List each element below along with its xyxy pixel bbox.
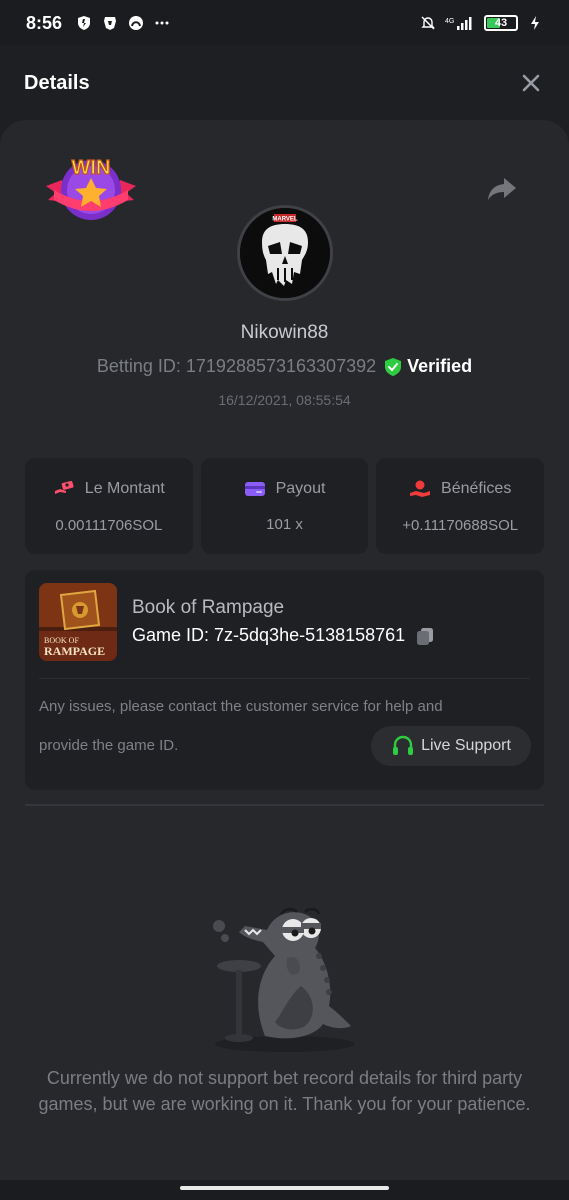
stat-card-amount: Le Montant 0.00111706SOL (25, 458, 193, 554)
stats-row: Le Montant 0.00111706SOL Payout 101 x Bé… (25, 458, 545, 554)
signal-4g-icon: 4G (445, 17, 472, 30)
game-id-row: Game ID: 7z-5dq3he-5138158761 (132, 625, 435, 646)
details-header: Details (0, 46, 569, 120)
money-hand-icon (54, 480, 74, 494)
headset-icon (393, 735, 414, 755)
page-title: Details (24, 71, 90, 94)
battery-icon: 43 (484, 15, 518, 31)
book-of-rampage-art: BOOK OF RAMPAGE (39, 583, 117, 661)
verified-shield-icon (385, 357, 402, 376)
app-notification-icon (129, 16, 144, 30)
betting-id: Betting ID: 1719288573163307392 (96, 356, 377, 376)
win-badge-text: WIN (72, 157, 111, 179)
stat-value: +0.11170688SOL (402, 516, 519, 534)
profit-hand-icon (410, 480, 431, 497)
share-arrow-icon (488, 178, 516, 200)
stat-label: Bénéfices (441, 479, 512, 497)
avatar-brand-text: MARVEL (272, 217, 298, 223)
shield-notification-icon (78, 16, 91, 30)
username: Nikowin88 (240, 322, 329, 343)
win-badge-icon: WIN (46, 156, 136, 220)
stat-value: 0.00111706SOL (55, 516, 163, 534)
charging-bolt-icon (531, 16, 539, 30)
bet-timestamp: 16/12/2021, 08:55:54 (218, 392, 351, 408)
empty-state-message: Currently we do not support bet record d… (38, 1068, 531, 1114)
navigation-bar (0, 1180, 569, 1200)
card-icon (244, 481, 265, 496)
stat-value: 101 x (266, 515, 303, 533)
verified-badge: Verified (384, 356, 472, 377)
stat-card-payout: Payout 101 x (200, 458, 369, 554)
bell-muted-icon (421, 16, 435, 30)
copy-icon[interactable] (415, 626, 435, 646)
issue-text-line1: Any issues, please contact the customer … (39, 698, 443, 715)
more-dots-icon (155, 21, 169, 25)
game-card: BOOK OF RAMPAGE Book of Rampage Game ID:… (25, 570, 544, 790)
game-thumbnail[interactable]: BOOK OF RAMPAGE (39, 583, 117, 661)
thumb-title-line2: RAMPAGE (44, 644, 105, 658)
game-name: Book of Rampage (132, 597, 285, 618)
avatar: MARVEL (237, 205, 333, 301)
stat-label: Payout (275, 479, 326, 497)
status-icons-left (76, 15, 170, 31)
close-button[interactable] (517, 69, 545, 97)
betting-id-row: Betting ID: 1719288573163307392 Verified (0, 356, 569, 377)
issue-text-line2: provide the game ID. (39, 737, 179, 754)
section-divider (25, 804, 544, 806)
crocodile-mascot-icon (213, 908, 355, 1052)
share-button[interactable] (486, 172, 518, 204)
game-id: Game ID: 7z-5dq3he-5138158761 (132, 625, 406, 645)
skull-avatar-icon: MARVEL (240, 208, 330, 298)
status-icons-right: 4G 43 (420, 15, 543, 31)
stat-label: Le Montant (84, 479, 165, 497)
close-icon (522, 74, 540, 92)
live-support-label: Live Support (421, 737, 511, 754)
svg-text:4G: 4G (445, 18, 454, 25)
battery-level: 43 (494, 17, 508, 29)
home-indicator[interactable] (180, 1186, 389, 1190)
card-divider (39, 678, 530, 679)
verified-label: Verified (407, 356, 473, 376)
live-support-button[interactable]: Live Support (371, 726, 531, 766)
brave-icon (104, 17, 117, 30)
status-bar: 8:56 4G 43 (0, 0, 569, 46)
stat-card-profit: Bénéfices +0.11170688SOL (376, 458, 545, 554)
status-time: 8:56 (26, 12, 63, 33)
details-panel: WIN MARVEL Nikowin88 Betting ID: 1719288… (0, 120, 569, 1180)
